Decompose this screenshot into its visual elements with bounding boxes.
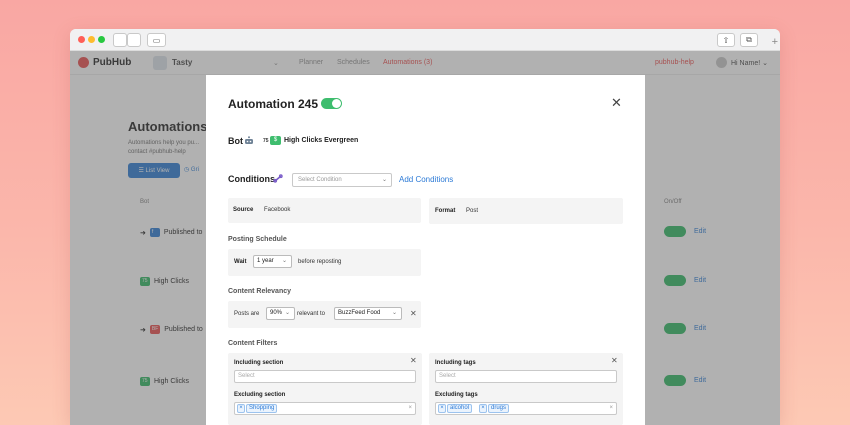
- before-reposting-text: before reposting: [298, 259, 342, 265]
- relevancy-percent-select[interactable]: 90% ⌄: [266, 307, 295, 320]
- including-section-input[interactable]: Select: [234, 370, 416, 383]
- section-filters-panel: Including section ✕ Select Excluding sec…: [228, 353, 422, 425]
- robot-icon: [244, 136, 254, 147]
- new-tab-icon[interactable]: +: [772, 36, 778, 48]
- remove-including-section-close-icon[interactable]: ✕: [410, 356, 417, 365]
- condition-select[interactable]: Select Condition ⌄: [292, 173, 392, 187]
- share-icon[interactable]: ⇧: [717, 33, 735, 47]
- excluded-section-tag: Shopping: [246, 404, 278, 413]
- bot-status-chip: $: [270, 136, 281, 145]
- source-label: Source: [233, 207, 254, 213]
- posting-schedule-panel: Wait 1 year ⌄ before reposting: [228, 249, 421, 276]
- posting-schedule-heading: Posting Schedule: [228, 236, 287, 243]
- back-button[interactable]: [113, 33, 127, 47]
- browser-titlebar: ▭ ⇧ ⧉ +: [70, 29, 780, 51]
- window-minimize-button[interactable]: [88, 36, 95, 43]
- including-tags-input[interactable]: Select: [435, 370, 617, 383]
- posts-are-text: Posts are: [234, 311, 260, 317]
- chevron-down-icon: ⌄: [381, 177, 387, 183]
- remove-including-tags-close-icon[interactable]: ✕: [611, 356, 618, 365]
- window-maximize-button[interactable]: [98, 36, 105, 43]
- excluding-tags-input[interactable]: × alcohol × drugs ×: [435, 402, 617, 415]
- bot-score: 75: [263, 138, 269, 144]
- relevancy-percent-value: 90%: [270, 310, 283, 316]
- format-label: Format: [435, 208, 456, 214]
- excluded-tag: alcohol: [447, 404, 473, 413]
- relevant-to-text: relevant to: [297, 311, 326, 317]
- clear-close-icon[interactable]: ×: [609, 403, 613, 414]
- add-conditions-link[interactable]: Add Conditions: [399, 175, 453, 184]
- excluding-tags-label: Excluding tags: [435, 392, 478, 398]
- forward-button[interactable]: [127, 33, 141, 47]
- clear-close-icon[interactable]: ×: [408, 403, 412, 414]
- excluding-section-label: Excluding section: [234, 392, 286, 398]
- remove-tag-close-icon[interactable]: ×: [479, 404, 487, 413]
- automation-enabled-toggle[interactable]: [321, 98, 342, 109]
- excluding-section-input[interactable]: × Shopping ×: [234, 402, 416, 415]
- content-relevancy-heading: Content Relevancy: [228, 288, 292, 295]
- sidebar-toggle-icon[interactable]: ▭: [147, 33, 166, 47]
- window-close-button[interactable]: [78, 36, 85, 43]
- format-value: Post: [466, 208, 479, 214]
- wait-duration-value: 1 year: [257, 258, 274, 264]
- including-section-label: Including section: [234, 360, 284, 366]
- chevron-down-icon: ⌄: [284, 310, 290, 316]
- excluded-tag: drugs: [488, 404, 510, 413]
- chevron-down-icon: ⌄: [391, 310, 397, 316]
- bot-label: Bot: [228, 136, 243, 146]
- content-filters-heading: Content Filters: [228, 340, 278, 347]
- source-panel: Source Facebook: [228, 198, 421, 223]
- source-value: Facebook: [264, 207, 291, 213]
- remove-tag-close-icon[interactable]: ×: [237, 404, 245, 413]
- automation-modal: Automation 245 ✕ Bot 75 $ High Clicks Ev…: [206, 75, 645, 425]
- content-relevancy-panel: Posts are 90% ⌄ relevant to BuzzFeed Foo…: [228, 301, 421, 328]
- relevant-target-select[interactable]: BuzzFeed Food ⌄: [334, 307, 402, 320]
- modal-title: Automation 245: [228, 97, 319, 111]
- tabs-icon[interactable]: ⧉: [740, 33, 758, 47]
- including-tags-placeholder: Select: [439, 373, 456, 379]
- tag-filters-panel: Including tags ✕ Select Excluding tags ×…: [429, 353, 623, 425]
- link-icon: [273, 174, 283, 185]
- wait-label: Wait: [234, 259, 247, 265]
- remove-tag-close-icon[interactable]: ×: [438, 404, 446, 413]
- close-icon[interactable]: ✕: [611, 95, 622, 111]
- relevant-target-value: BuzzFeed Food: [338, 310, 381, 316]
- chevron-down-icon: ⌄: [281, 258, 287, 264]
- including-section-placeholder: Select: [238, 373, 255, 379]
- conditions-label: Conditions: [228, 174, 275, 184]
- including-tags-label: Including tags: [435, 360, 476, 366]
- condition-select-placeholder: Select Condition: [298, 177, 342, 183]
- remove-relevancy-close-icon[interactable]: ✕: [410, 309, 417, 318]
- wait-duration-select[interactable]: 1 year ⌄: [253, 255, 292, 268]
- bot-name: High Clicks Evergreen: [284, 137, 359, 144]
- format-panel: Format Post: [429, 198, 623, 224]
